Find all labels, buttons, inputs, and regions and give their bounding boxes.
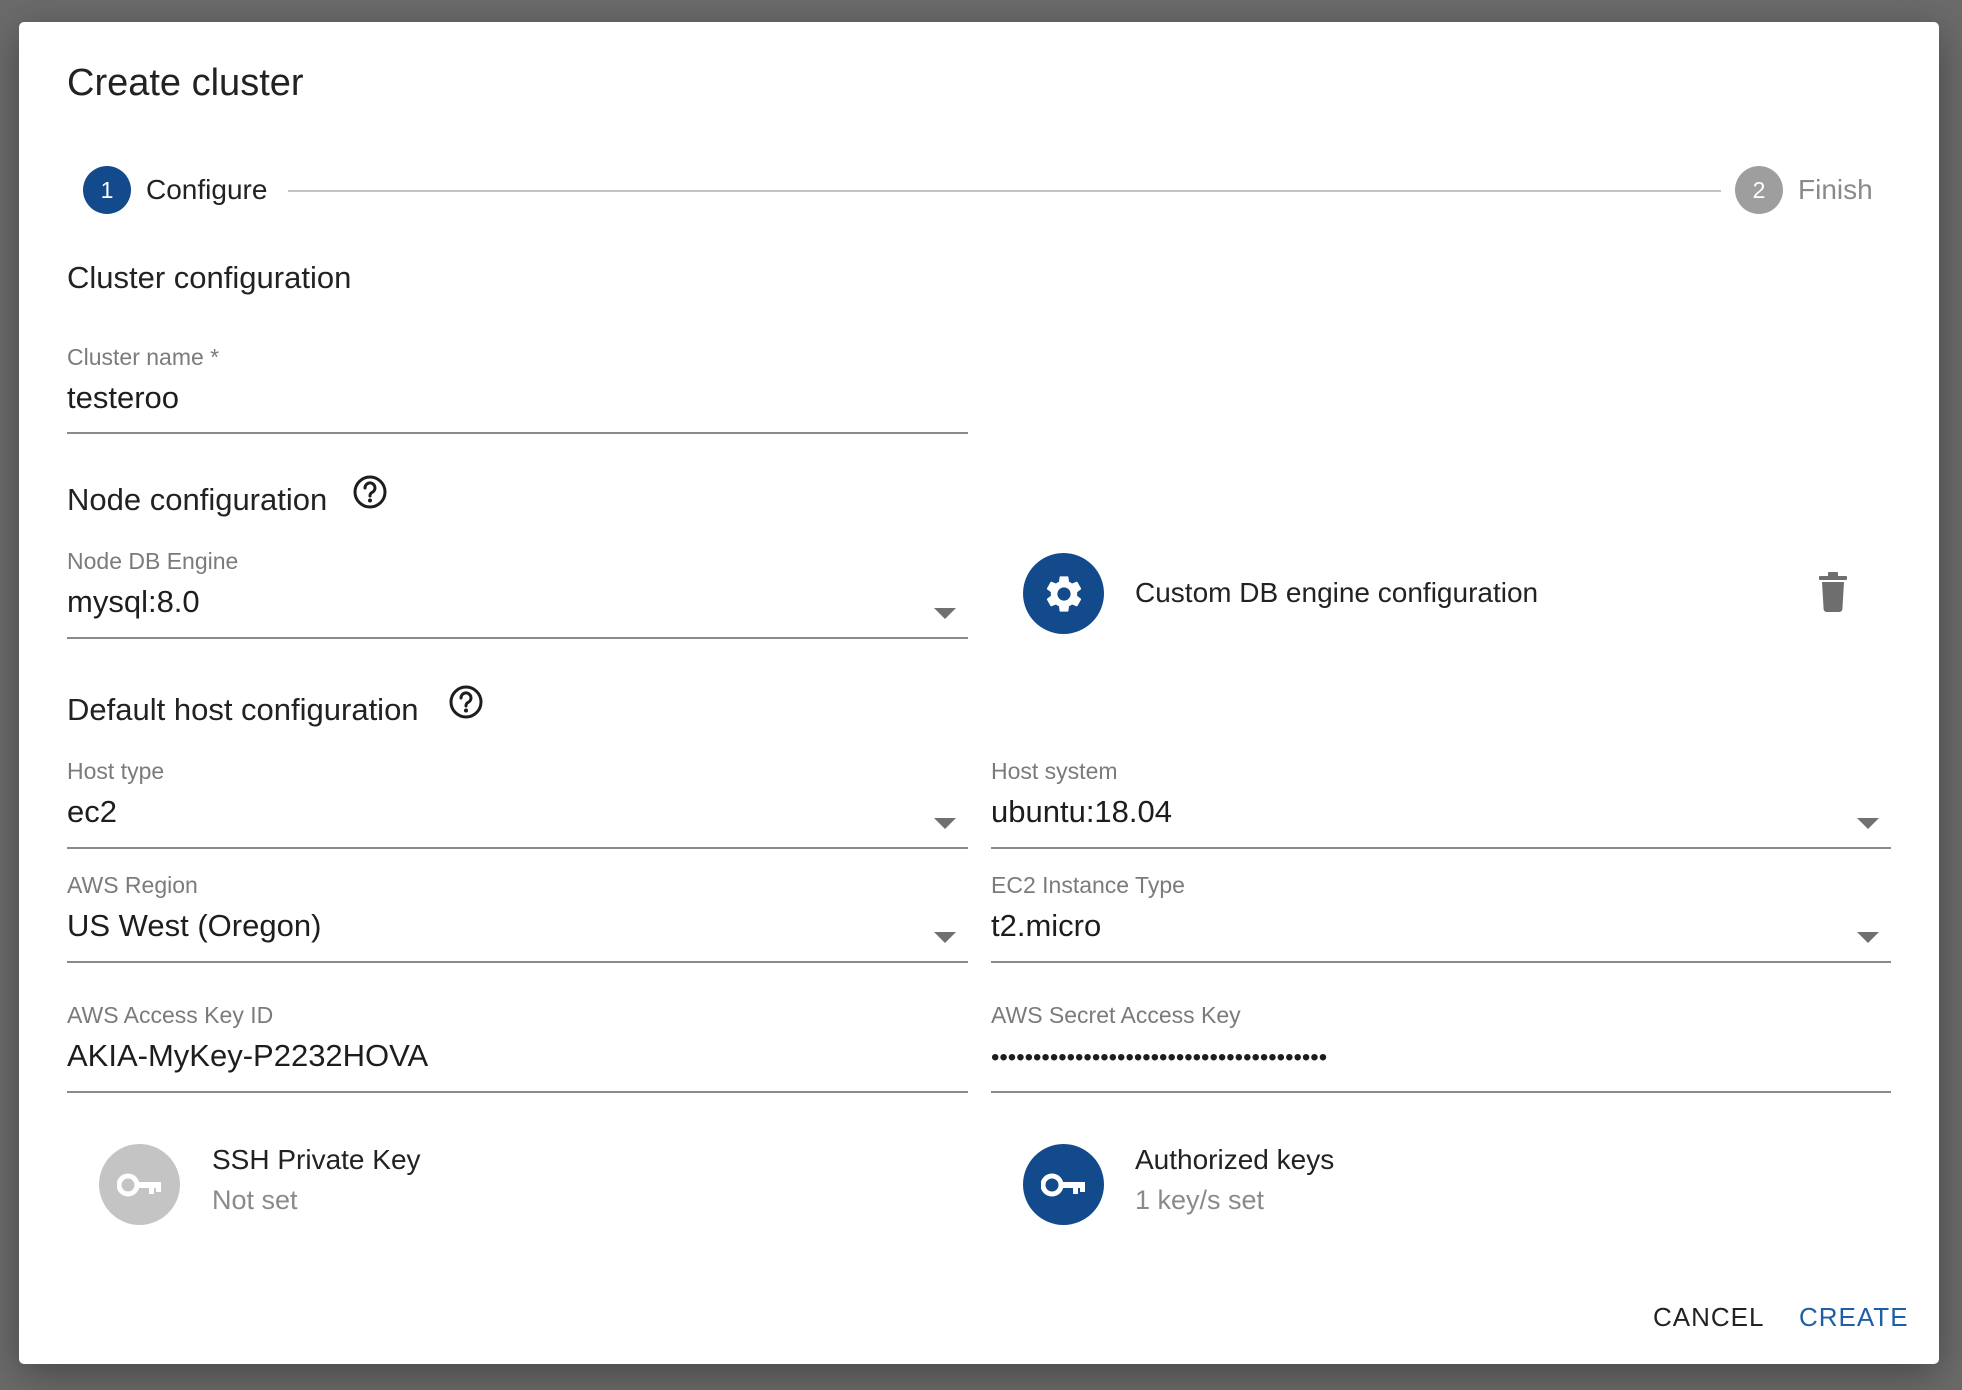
aws-secret-access-key-input[interactable]: ••••••••••••••••••••••••••••••••••••••••: [991, 1038, 1851, 1078]
step-1-indicator[interactable]: 1: [83, 166, 131, 214]
aws-region-chevron-down-icon: [934, 932, 956, 943]
key-icon: [1040, 1173, 1085, 1196]
custom-engine-label[interactable]: Custom DB engine configuration: [1135, 577, 1538, 609]
step-1-label[interactable]: Configure: [146, 173, 267, 207]
create-button[interactable]: CREATE: [1799, 1302, 1909, 1333]
trash-icon[interactable]: [1817, 572, 1849, 612]
cluster-name-label: Cluster name *: [67, 344, 220, 370]
ssh-private-key-status: Not set: [212, 1185, 298, 1215]
node-db-engine-value: mysql:8.0: [67, 584, 200, 619]
step-2-label[interactable]: Finish: [1798, 173, 1873, 207]
authorized-keys-item[interactable]: Authorized keys 1 key/s set: [1023, 1142, 1623, 1232]
aws-access-key-id-underline: [67, 1091, 968, 1093]
aws-region-underline: [67, 961, 968, 963]
step-2-number: 2: [1752, 176, 1766, 203]
host-system-chevron-down-icon: [1857, 818, 1879, 829]
stepper: 1 Configure 2 Finish: [83, 166, 1899, 216]
aws-access-key-id-label: AWS Access Key ID: [67, 1002, 274, 1028]
ec2-instance-type-label: EC2 Instance Type: [991, 872, 1185, 898]
authorized-keys-title: Authorized keys: [1135, 1144, 1335, 1175]
node-configuration-help-icon[interactable]: [352, 474, 388, 510]
cancel-button[interactable]: CANCEL: [1653, 1302, 1764, 1333]
gear-icon: [1046, 575, 1081, 612]
ec2-instance-type-chevron-down-icon: [1857, 932, 1879, 943]
ec2-instance-type-value: t2.micro: [991, 908, 1102, 943]
default-host-configuration-heading: Default host configuration: [67, 692, 419, 727]
key-icon: [116, 1173, 161, 1196]
node-db-engine-select[interactable]: Node DB Engine mysql:8.0: [67, 548, 968, 639]
dialog-title: Create cluster: [67, 62, 304, 104]
cluster-name-field[interactable]: Cluster name * testeroo: [67, 344, 968, 434]
step-1-number: 1: [100, 176, 114, 203]
aws-access-key-id-input[interactable]: AKIA-MyKey-P2232HOVA: [67, 1036, 928, 1076]
aws-secret-access-key-field[interactable]: AWS Secret Access Key ••••••••••••••••••…: [991, 1002, 1891, 1093]
stepper-connector: [288, 190, 1721, 192]
host-system-label: Host system: [991, 758, 1118, 784]
node-db-engine-chevron-down-icon: [934, 608, 956, 619]
host-configuration-help-icon[interactable]: [448, 684, 484, 720]
aws-secret-access-key-underline: [991, 1091, 1891, 1093]
node-configuration-heading: Node configuration: [67, 482, 328, 517]
step-2-indicator[interactable]: 2: [1735, 166, 1783, 214]
aws-secret-access-key-label: AWS Secret Access Key: [991, 1002, 1241, 1028]
host-type-underline: [67, 847, 968, 849]
authorized-keys-avatar: [1023, 1144, 1104, 1225]
cluster-name-input[interactable]: testeroo: [67, 378, 928, 418]
aws-access-key-id-field[interactable]: AWS Access Key ID AKIA-MyKey-P2232HOVA: [67, 1002, 968, 1093]
authorized-keys-status: 1 key/s set: [1135, 1185, 1265, 1215]
host-type-label: Host type: [67, 758, 165, 784]
cluster-name-underline: [67, 432, 968, 434]
create-cluster-dialog: Create cluster 1 Configure 2 Finish Clus…: [19, 22, 1939, 1364]
aws-region-label: AWS Region: [67, 872, 198, 898]
custom-engine-gear-avatar[interactable]: [1023, 553, 1104, 634]
host-system-value: ubuntu:18.04: [991, 794, 1173, 829]
host-system-underline: [991, 847, 1891, 849]
node-db-engine-label: Node DB Engine: [67, 548, 239, 574]
aws-region-value: US West (Oregon): [67, 908, 322, 943]
cluster-configuration-heading: Cluster configuration: [67, 260, 352, 295]
ec2-instance-type-select[interactable]: EC2 Instance Type t2.micro: [991, 872, 1891, 963]
host-type-select[interactable]: Host type ec2: [67, 758, 968, 849]
ssh-private-key-item[interactable]: SSH Private Key Not set: [99, 1142, 699, 1232]
host-system-select[interactable]: Host system ubuntu:18.04: [991, 758, 1891, 849]
ssh-private-key-avatar: [99, 1144, 180, 1225]
ec2-instance-type-underline: [991, 961, 1891, 963]
aws-region-select[interactable]: AWS Region US West (Oregon): [67, 872, 968, 963]
ssh-private-key-title: SSH Private Key: [212, 1144, 421, 1175]
node-db-engine-underline: [67, 637, 968, 639]
host-type-chevron-down-icon: [934, 818, 956, 829]
host-type-value: ec2: [67, 794, 117, 829]
